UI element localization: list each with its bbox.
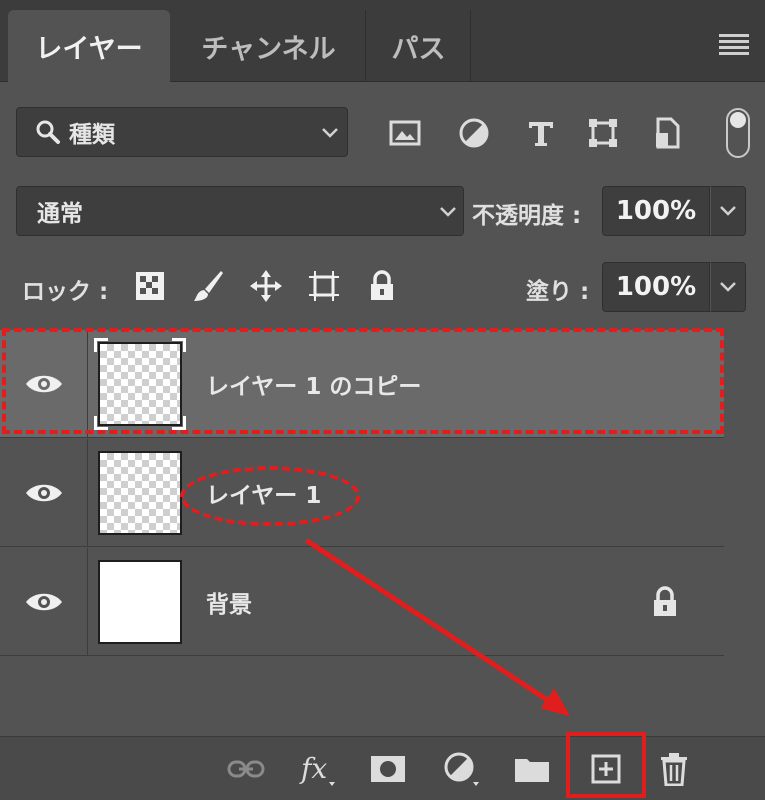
adjustment-icon[interactable] xyxy=(455,114,493,152)
opacity-dropdown[interactable] xyxy=(710,186,746,236)
link-icon[interactable] xyxy=(226,751,266,787)
annotation-ellipse xyxy=(180,466,360,526)
adjustment-layer-icon[interactable] xyxy=(442,751,482,787)
tab-layers[interactable]: レイヤー xyxy=(8,10,170,82)
fx-icon[interactable]: fx xyxy=(298,751,338,787)
blend-mode-label: 通常 xyxy=(37,201,83,227)
layer-thumbnail[interactable] xyxy=(98,451,182,535)
chevron-down-icon xyxy=(440,207,456,217)
mask-icon[interactable] xyxy=(368,751,408,787)
blend-mode-select[interactable]: 通常 xyxy=(16,186,464,236)
chevron-down-icon xyxy=(720,282,736,292)
panel-menu-icon[interactable] xyxy=(719,34,749,56)
lock-label: ロック : xyxy=(22,279,109,305)
lock-position-icon[interactable] xyxy=(246,266,286,306)
lock-all-icon[interactable] xyxy=(362,266,402,306)
tab-channels[interactable]: チャンネル xyxy=(172,10,366,82)
svg-text:fx: fx xyxy=(299,752,327,785)
folder-icon[interactable] xyxy=(512,751,552,787)
chevron-down-icon xyxy=(720,206,736,216)
layer-thumbnail[interactable] xyxy=(98,560,182,644)
image-icon[interactable] xyxy=(386,114,424,152)
type-icon[interactable] xyxy=(522,114,560,152)
fill-input[interactable]: 100% xyxy=(602,262,710,312)
layer-name[interactable]: 背景 xyxy=(206,548,252,656)
visibility-toggle[interactable] xyxy=(0,439,88,547)
layer-row-1[interactable]: レイヤー 1 xyxy=(0,439,724,547)
eye-icon xyxy=(25,593,62,611)
shape-icon[interactable] xyxy=(584,114,622,152)
bottom-toolbar: fx xyxy=(0,736,765,800)
layers-panel: レイヤー チャンネル パス 種類 通常 不透明度 : 100% ロック : 塗り… xyxy=(0,0,765,800)
lock-transparent-icon[interactable] xyxy=(130,266,170,306)
annotation-dashed-highlight xyxy=(2,328,724,434)
tab-paths[interactable]: パス xyxy=(367,10,471,82)
smart-object-icon[interactable] xyxy=(648,114,686,152)
fill-dropdown[interactable] xyxy=(710,262,746,312)
opacity-input[interactable]: 100% xyxy=(602,186,710,236)
layer-row-background[interactable]: 背景 xyxy=(0,548,724,656)
lock-artboard-icon[interactable] xyxy=(304,266,344,306)
annotation-box xyxy=(566,732,646,798)
filter-kind-select[interactable]: 種類 xyxy=(16,107,348,157)
eye-icon xyxy=(25,484,62,502)
trash-icon[interactable] xyxy=(654,751,694,787)
opacity-label: 不透明度 : xyxy=(472,203,582,229)
search-icon xyxy=(36,120,60,144)
visibility-toggle[interactable] xyxy=(0,548,88,656)
chevron-down-icon xyxy=(322,128,338,138)
fill-label: 塗り : xyxy=(526,279,590,305)
lock-image-icon[interactable] xyxy=(188,266,228,306)
filter-kind-label: 種類 xyxy=(69,122,115,148)
filter-toggle[interactable] xyxy=(726,108,750,158)
tab-bar: レイヤー チャンネル パス xyxy=(0,0,765,82)
lock-icon xyxy=(654,586,676,616)
